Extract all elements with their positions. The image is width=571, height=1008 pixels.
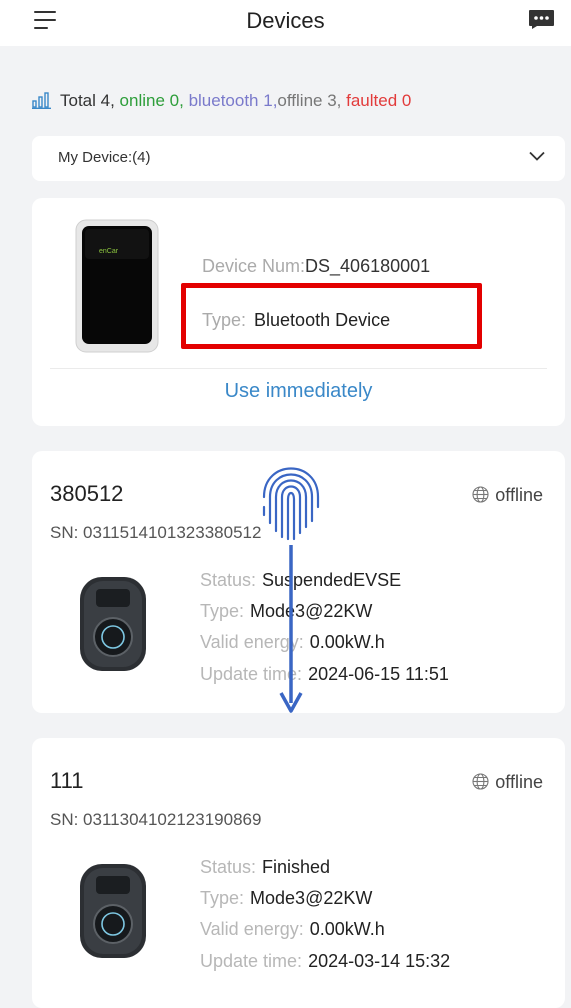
summary-bluetooth: bluetooth 1, — [188, 91, 278, 110]
ev-charger-image — [80, 577, 146, 671]
device-serial: SN: 0311514101323380512 — [50, 523, 262, 542]
energy-row: Valid energy: 0.00kW.h — [200, 632, 385, 652]
device-card[interactable]: 111 offline SN: 0311304102123190869 Stat… — [32, 738, 565, 1008]
device-num-value: DS_406180001 — [305, 256, 431, 276]
card-divider — [50, 368, 547, 369]
update-time-row: Update time: 2024-06-15 11:51 — [200, 664, 449, 684]
globe-icon — [472, 486, 489, 503]
device-num-label: Device Num: — [202, 256, 306, 276]
device-name: 380512 — [50, 481, 124, 506]
type-row: Type: Mode3@22KW — [200, 601, 373, 621]
brand-logo-text: enCar — [99, 248, 119, 255]
globe-icon — [472, 773, 489, 790]
device-filter-select[interactable]: My Device:(4) — [32, 136, 565, 181]
summary-online: online 0, — [119, 91, 184, 110]
device-summary: Total 4, online 0, bluetooth 1,offline 3… — [32, 91, 411, 111]
chat-icon[interactable] — [528, 9, 555, 30]
device-filter-label: My Device:(4) — [58, 149, 151, 166]
bar-chart-icon — [32, 92, 51, 109]
status-row: Status: Finished — [200, 857, 331, 877]
use-immediately-button[interactable]: Use immediately — [32, 380, 565, 403]
type-row: Type: Mode3@22KW — [200, 888, 373, 908]
energy-row: Valid energy: 0.00kW.h — [200, 919, 385, 939]
status-row: Status: SuspendedEVSE — [200, 570, 402, 590]
top-bar: Devices — [0, 0, 571, 46]
highlight-box — [181, 283, 482, 349]
ev-charger-image — [80, 864, 146, 958]
wallbox-charger-image: enCar — [75, 219, 159, 353]
device-card[interactable]: 380512 offline SN: 0311514101323380512 S… — [32, 451, 565, 713]
page-title: Devices — [246, 8, 325, 33]
device-serial: SN: 0311304102123190869 — [50, 810, 262, 829]
chevron-down-icon — [529, 151, 545, 161]
summary-total: Total 4, — [60, 91, 115, 110]
device-name: 111 — [50, 768, 84, 793]
update-time-row: Update time: 2024-03-14 15:32 — [200, 951, 451, 971]
device-num-line: Device Num:DS_406180001 — [202, 256, 430, 277]
summary-offline: offline 3, — [277, 91, 342, 110]
summary-faulted: faulted 0 — [346, 91, 412, 110]
network-status: offline — [472, 772, 543, 793]
network-status: offline — [472, 485, 543, 506]
bluetooth-device-card[interactable]: enCar Device Num:DS_406180001 Type: Bluet… — [32, 198, 565, 426]
